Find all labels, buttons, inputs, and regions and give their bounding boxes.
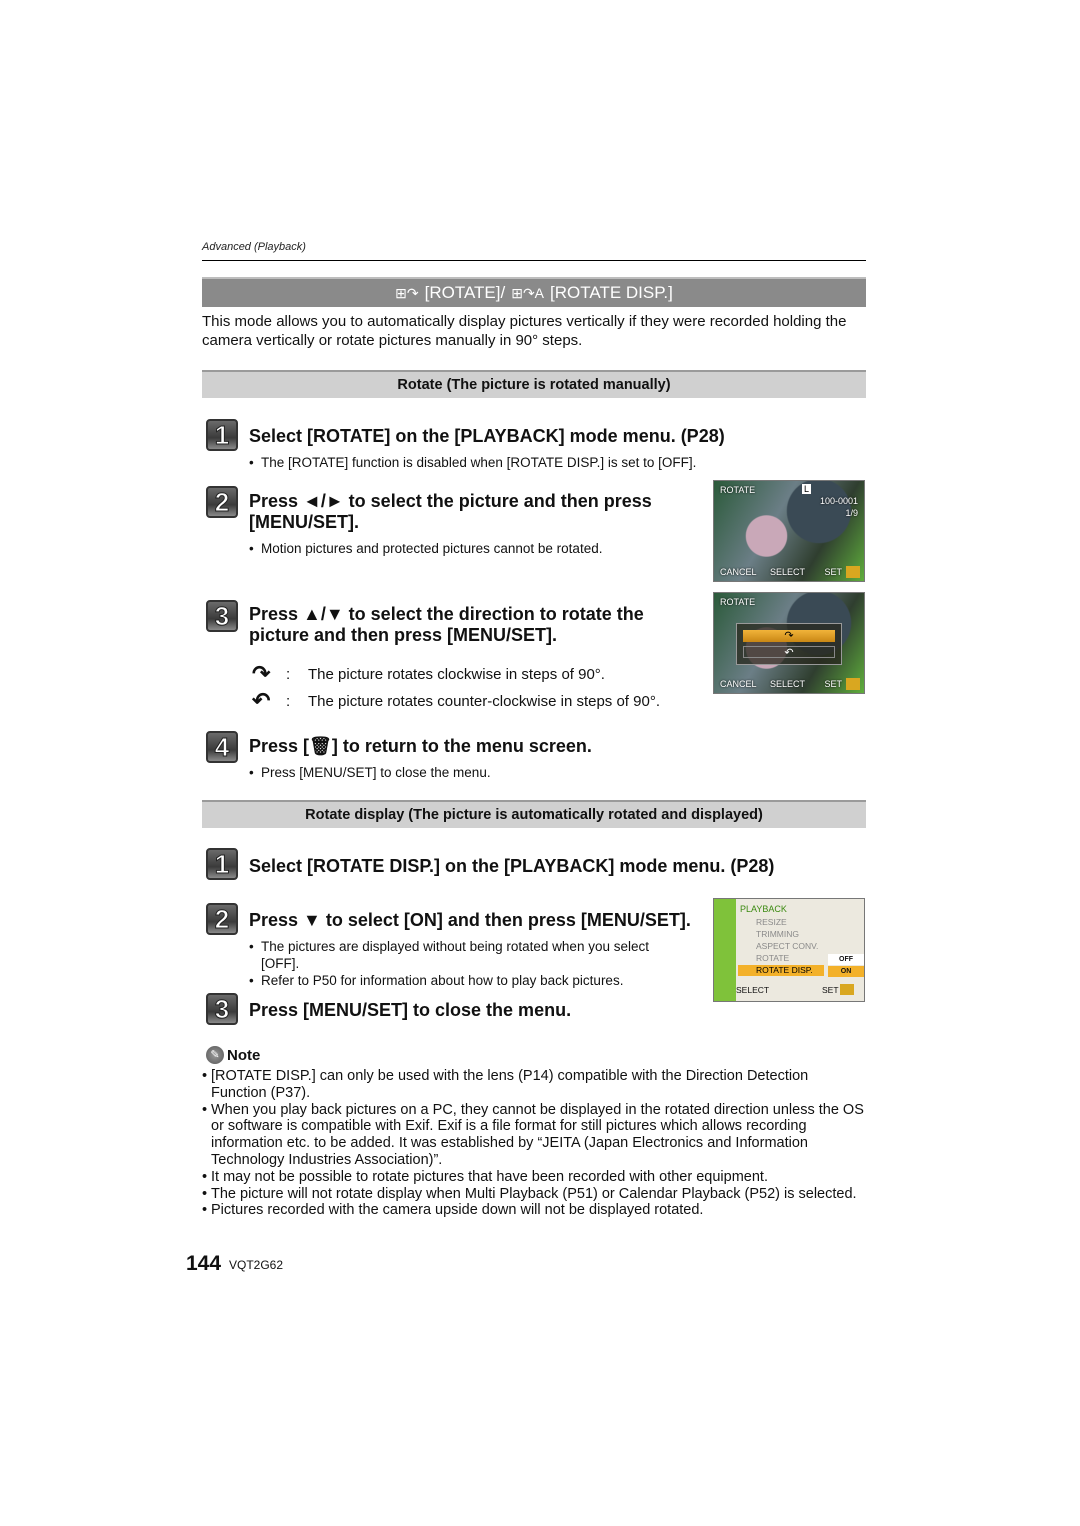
- screen-set-label: SET: [824, 679, 842, 689]
- step-2-heading: Press ◄/► to select the picture and then…: [249, 491, 652, 532]
- step-number-3: 3: [206, 600, 238, 632]
- screen-select-label: SELECT: [770, 679, 806, 689]
- screen-mode-label: ROTATE: [720, 597, 756, 607]
- title-part-rotate: [ROTATE]/: [424, 283, 506, 302]
- page-title: ⊞↷ [ROTATE]/ ⊞↷A [ROTATE DISP.]: [202, 277, 866, 307]
- disp-step-2-note: The pictures are displayed without being…: [249, 938, 689, 972]
- camera-screen-select-picture: ROTATE L 100-0001 1/9 CANCEL SELECT SET: [713, 480, 865, 582]
- menu-item-resize[interactable]: RESIZE: [756, 917, 787, 927]
- screen-select-label: SELECT: [770, 567, 806, 577]
- step-1-heading: Select [ROTATE] on the [PLAYBACK] mode m…: [249, 426, 725, 446]
- option-off[interactable]: OFF: [828, 954, 864, 965]
- step-4-note: Press [MENU/SET] to close the menu.: [249, 764, 491, 781]
- direction-option-clockwise[interactable]: ↷: [743, 630, 835, 642]
- screen-mode-label: ROTATE: [720, 485, 756, 495]
- note-item: When you play back pictures on a PC, the…: [202, 1102, 866, 1169]
- note-item: [ROTATE DISP.] can only be used with the…: [202, 1068, 866, 1102]
- intro-text: This mode allows you to automatically di…: [202, 313, 847, 349]
- step-number-4: 4: [206, 731, 238, 763]
- rotate-disp-icon: ⊞↷A: [511, 284, 545, 301]
- screen-cancel-label: CANCEL: [720, 679, 757, 689]
- clockwise-option: ↷ : The picture rotates clockwise in ste…: [252, 661, 605, 686]
- disp-step-1-heading: Select [ROTATE DISP.] on the [PLAYBACK] …: [249, 856, 775, 876]
- step-3-heading: Press ▲/▼ to select the direction to rot…: [249, 604, 644, 645]
- step-4-heading: Press [🗑] to return to the menu screen.: [249, 736, 592, 756]
- disp-step-2-note: Refer to P50 for information about how t…: [249, 972, 689, 989]
- direction-option-counter-clockwise[interactable]: ↶: [743, 646, 835, 659]
- camera-playback-menu-screen: PLAYBACK RESIZE TRIMMING ASPECT CONV. RO…: [713, 898, 865, 1002]
- camera-screen-select-direction: ROTATE ↷ ↶ CANCEL SELECT SET: [713, 592, 865, 694]
- disp-step-2-heading: Press ▼ to select [ON] and then press [M…: [249, 910, 691, 930]
- menu-set-icon: [846, 566, 860, 578]
- clockwise-description: The picture rotates clockwise in steps o…: [308, 665, 605, 683]
- menu-set-icon: [840, 984, 854, 995]
- section-heading-rotate: Rotate (The picture is rotated manually): [202, 370, 866, 398]
- counter-clockwise-arrow-icon: ↶: [252, 688, 271, 713]
- step-1-note: The [ROTATE] function is disabled when […: [249, 454, 696, 471]
- menu-select-label: SELECT: [736, 985, 770, 995]
- menu-item-rotate-disp[interactable]: ROTATE DISP.: [738, 965, 824, 976]
- breadcrumb: Advanced (Playback): [202, 241, 306, 253]
- menu-item-trimming[interactable]: TRIMMING: [756, 929, 799, 939]
- screen-size-badge: L: [802, 484, 812, 494]
- menu-set-icon: [846, 678, 860, 690]
- clockwise-arrow-icon: ↷: [252, 661, 271, 686]
- pencil-icon: ✎: [206, 1046, 224, 1064]
- option-on[interactable]: ON: [828, 966, 864, 977]
- title-part-rotate-disp: [ROTATE DISP.]: [550, 283, 673, 302]
- menu-mode-tabs: [714, 899, 736, 1001]
- note-item: Pictures recorded with the camera upside…: [202, 1202, 866, 1219]
- counter-clockwise-description: The picture rotates counter-clockwise in…: [308, 692, 660, 710]
- note-item: It may not be possible to rotate picture…: [202, 1169, 866, 1186]
- rotate-icon: ⊞↷: [395, 284, 419, 301]
- step-2-note: Motion pictures and protected pictures c…: [249, 540, 602, 557]
- screen-set-label: SET: [824, 567, 842, 577]
- screen-cancel-label: CANCEL: [720, 567, 757, 577]
- step-number-1: 1: [206, 848, 238, 880]
- disp-step-3-heading: Press [MENU/SET] to close the menu.: [249, 1000, 572, 1020]
- screen-file-number: 100-0001: [819, 496, 858, 506]
- step-number-3: 3: [206, 993, 238, 1025]
- step-number-1: 1: [206, 419, 238, 451]
- step-number-2: 2: [206, 486, 238, 518]
- counter-clockwise-option: ↶ : The picture rotates counter-clockwis…: [252, 688, 660, 713]
- menu-item-aspect-conv[interactable]: ASPECT CONV.: [756, 941, 818, 951]
- note-title: Note: [227, 1046, 261, 1064]
- header-rule: [202, 260, 866, 261]
- note-header: ✎ Note: [206, 1046, 260, 1064]
- note-item: The picture will not rotate display when…: [202, 1186, 866, 1203]
- menu-title: PLAYBACK: [740, 904, 787, 914]
- screen-picture-count: 1/9: [845, 508, 858, 518]
- page-number: 144: [186, 1252, 222, 1275]
- document-code: VQT2G62: [229, 1258, 284, 1272]
- step-number-2: 2: [206, 903, 238, 935]
- disp-step-2-notes: The pictures are displayed without being…: [249, 938, 689, 989]
- note-list: [ROTATE DISP.] can only be used with the…: [202, 1068, 866, 1219]
- direction-menu: ↷ ↶: [736, 623, 842, 665]
- section-heading-rotate-disp: Rotate display (The picture is automatic…: [202, 800, 866, 828]
- menu-set-label: SET: [822, 985, 839, 995]
- menu-item-rotate[interactable]: ROTATE: [756, 953, 789, 963]
